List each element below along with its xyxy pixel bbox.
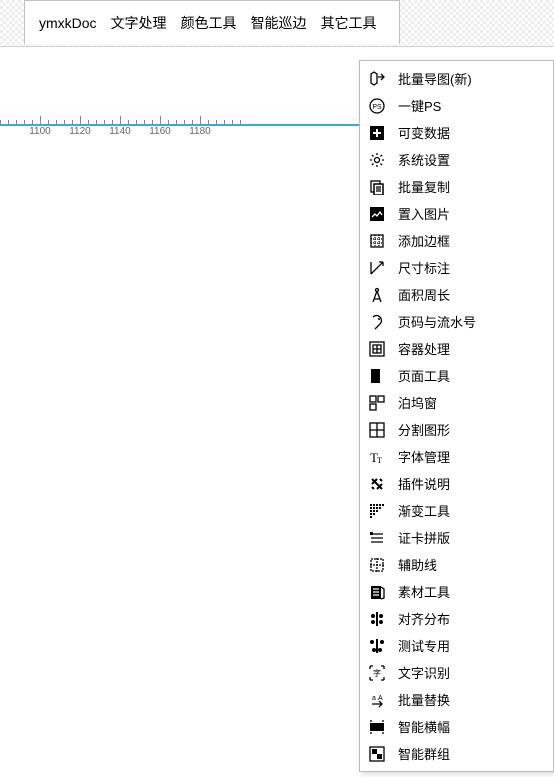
ruler-number: 1100 (29, 126, 51, 137)
menu-item-label: 置入图片 (398, 204, 545, 223)
menu-item-5[interactable]: 置入图片 (360, 200, 553, 227)
menu-item-0[interactable]: 批量导图(新) (360, 65, 553, 92)
menu-item-10[interactable]: 容器处理 (360, 335, 553, 362)
plus-square-icon (368, 124, 386, 142)
menu-item-15[interactable]: 插件说明 (360, 470, 553, 497)
menu-item-25[interactable]: 智能群组 (360, 740, 553, 767)
ruler-number: 1180 (189, 126, 211, 137)
ps-icon: PS (368, 97, 386, 115)
dock-icon (368, 394, 386, 412)
svg-text:a: a (372, 695, 376, 702)
menu-item-14[interactable]: TT 字体管理 (360, 443, 553, 470)
menu-item-label: 测试专用 (398, 636, 545, 655)
gradient-icon (368, 502, 386, 520)
menu-item-16[interactable]: 渐变工具 (360, 497, 553, 524)
doc-name: ymxkDoc (39, 15, 97, 31)
gear-icon (368, 151, 386, 169)
menu-item-7[interactable]: 尺寸标注 (360, 254, 553, 281)
menu-item-2[interactable]: 可变数据 (360, 119, 553, 146)
export-icon (368, 70, 386, 88)
document-tab[interactable]: ymxkDoc 文字处理 颜色工具 智能巡边 其它工具 (24, 0, 400, 44)
menu-item-label: 证卡拼版 (398, 528, 545, 547)
test-icon (368, 637, 386, 655)
font-icon: TT (368, 448, 386, 466)
align-icon (368, 610, 386, 628)
menu-item-17[interactable]: 证卡拼版 (360, 524, 553, 551)
menu-item-label: 容器处理 (398, 339, 545, 358)
menu-item-19[interactable]: 素材工具 (360, 578, 553, 605)
menu-item-11[interactable]: 页面工具 (360, 362, 553, 389)
menu-item-label: 对齐分布 (398, 609, 545, 628)
menu-item-label: 页面工具 (398, 366, 545, 385)
menu-item-3[interactable]: 系统设置 (360, 146, 553, 173)
tab-group-3[interactable]: 其它工具 (321, 13, 377, 33)
menu-item-4[interactable]: 批量复制 (360, 173, 553, 200)
ruler-number: 1160 (149, 126, 171, 137)
menu-item-label: 分割图形 (398, 420, 545, 439)
menu-item-23[interactable]: aA 批量替换 (360, 686, 553, 713)
menu-item-label: 批量导图(新) (398, 69, 545, 88)
split-icon (368, 421, 386, 439)
page-tool-icon (368, 367, 386, 385)
menu-item-label: 尺寸标注 (398, 258, 545, 277)
menu-item-1[interactable]: PS 一键PS (360, 92, 553, 119)
svg-text:PS: PS (372, 104, 382, 111)
banner-icon (368, 718, 386, 736)
svg-text:A: A (378, 695, 383, 702)
menu-item-12[interactable]: 泊坞窗 (360, 389, 553, 416)
svg-text:T: T (377, 456, 382, 465)
asset-icon (368, 583, 386, 601)
menu-item-label: 添加边框 (398, 231, 545, 250)
place-image-icon (368, 205, 386, 223)
svg-text:字: 字 (373, 668, 381, 678)
menu-item-label: 智能横幅 (398, 717, 545, 736)
ocr-icon: 字 (368, 664, 386, 682)
guide-icon (368, 556, 386, 574)
plugin-icon (368, 475, 386, 493)
menu-item-label: 文字识别 (398, 663, 545, 682)
tab-bar: ymxkDoc 文字处理 颜色工具 智能巡边 其它工具 (0, 0, 554, 47)
menu-item-20[interactable]: 对齐分布 (360, 605, 553, 632)
menu-item-label: 渐变工具 (398, 501, 545, 520)
context-menu: 批量导图(新) PS 一键PS 可变数据系统设置批量复制置入图片添加边框尺寸标注面积周… (359, 60, 554, 772)
dimension-icon (368, 259, 386, 277)
ruler-number: 1140 (109, 126, 131, 137)
menu-item-label: 一键PS (398, 96, 545, 115)
menu-item-label: 智能群组 (398, 744, 545, 763)
tab-group-0[interactable]: 文字处理 (111, 13, 167, 33)
compass-icon (368, 286, 386, 304)
menu-item-22[interactable]: 字 文字识别 (360, 659, 553, 686)
group-icon (368, 745, 386, 763)
card-icon (368, 529, 386, 547)
menu-item-label: 批量复制 (398, 177, 545, 196)
menu-item-label: 系统设置 (398, 150, 545, 169)
menu-item-label: 面积周长 (398, 285, 545, 304)
tab-group-2[interactable]: 智能巡边 (251, 13, 307, 33)
menu-item-label: 素材工具 (398, 582, 545, 601)
menu-item-label: 辅助线 (398, 555, 545, 574)
menu-item-6[interactable]: 添加边框 (360, 227, 553, 254)
page-number-icon (368, 313, 386, 331)
menu-item-label: 批量替换 (398, 690, 545, 709)
ruler-number: 1120 (69, 126, 91, 137)
menu-item-9[interactable]: 页码与流水号 (360, 308, 553, 335)
menu-item-label: 插件说明 (398, 474, 545, 493)
menu-item-label: 泊坞窗 (398, 393, 545, 412)
border-icon (368, 232, 386, 250)
menu-item-24[interactable]: 智能横幅 (360, 713, 553, 740)
menu-item-label: 页码与流水号 (398, 312, 545, 331)
menu-item-13[interactable]: 分割图形 (360, 416, 553, 443)
replace-icon: aA (368, 691, 386, 709)
menu-item-label: 字体管理 (398, 447, 545, 466)
tab-group-1[interactable]: 颜色工具 (181, 13, 237, 33)
container-icon (368, 340, 386, 358)
menu-item-18[interactable]: 辅助线 (360, 551, 553, 578)
copy-icon (368, 178, 386, 196)
menu-item-8[interactable]: 面积周长 (360, 281, 553, 308)
menu-item-label: 可变数据 (398, 123, 545, 142)
menu-item-21[interactable]: 测试专用 (360, 632, 553, 659)
